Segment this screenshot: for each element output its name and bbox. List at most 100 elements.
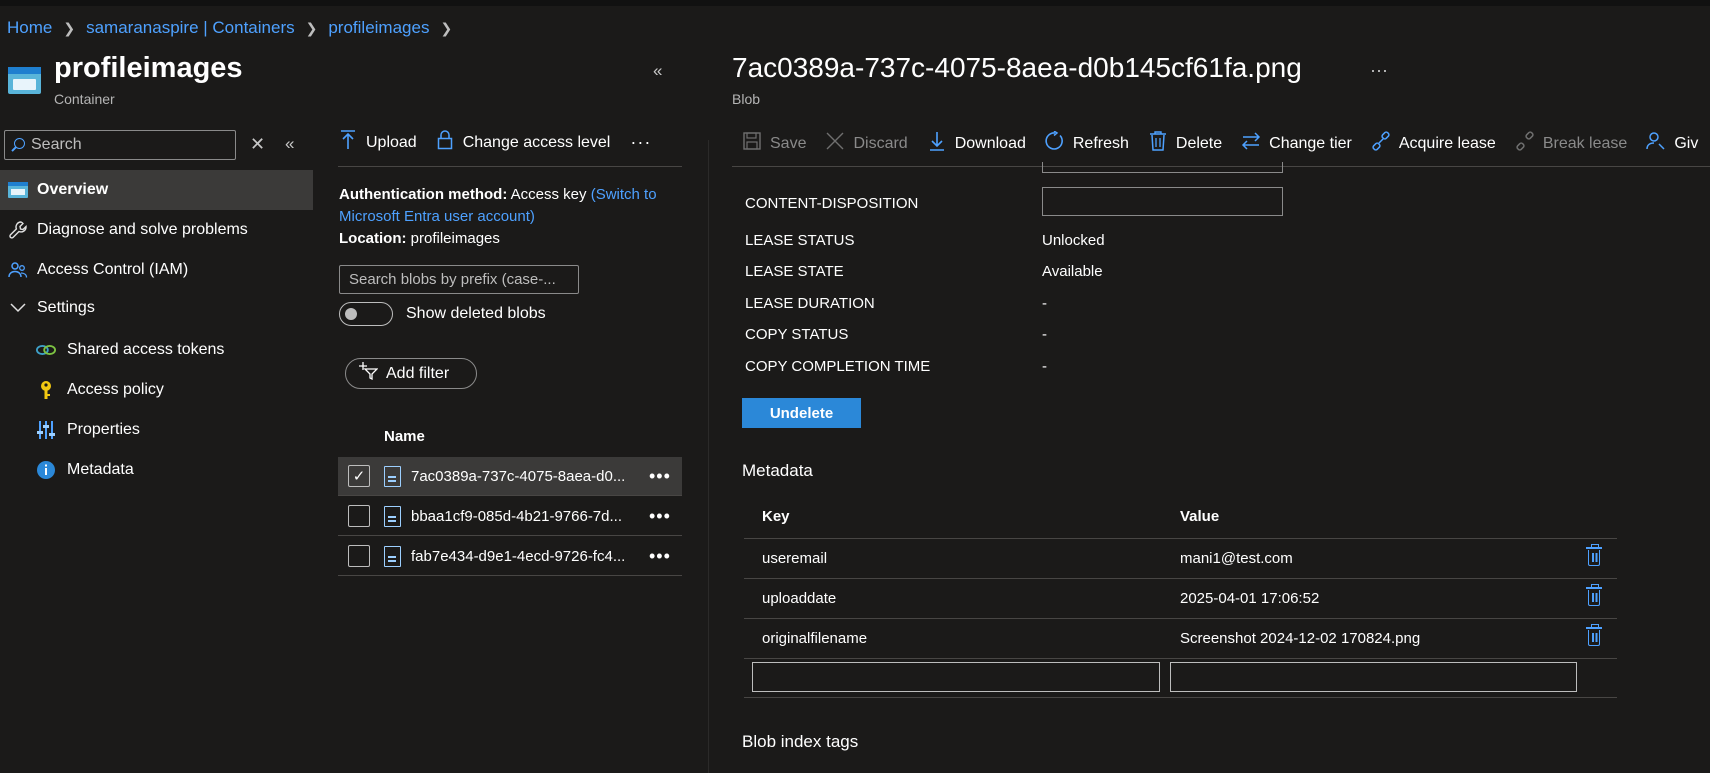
metadata-key: uploaddate xyxy=(762,590,837,607)
people-icon xyxy=(8,260,28,280)
row-checkbox[interactable]: ✓ xyxy=(348,465,370,487)
nav-properties[interactable]: Properties xyxy=(0,410,313,450)
download-label: Download xyxy=(954,134,1026,152)
swap-arrows-icon xyxy=(1241,132,1261,155)
nav-metadata[interactable]: Metadata xyxy=(0,450,313,490)
lock-icon xyxy=(437,130,453,155)
delete-button[interactable]: Delete xyxy=(1148,131,1222,156)
resource-subtitle: Container xyxy=(54,91,115,107)
row-checkbox[interactable] xyxy=(348,545,370,567)
show-deleted-toggle[interactable] xyxy=(339,302,393,326)
upload-button[interactable]: Upload xyxy=(340,130,417,155)
container-icon xyxy=(8,180,28,200)
row-checkbox[interactable] xyxy=(348,505,370,527)
discard-button[interactable]: Discard xyxy=(825,132,908,155)
delete-metadata-icon[interactable] xyxy=(1586,544,1602,567)
new-metadata-value-input[interactable] xyxy=(1170,662,1577,692)
breadcrumb-home[interactable]: Home xyxy=(7,18,52,38)
collapse-pane-icon[interactable]: « xyxy=(653,61,662,81)
blob-title: 7ac0389a-737c-4075-8aea-d0b145cf61fa.png xyxy=(732,52,1302,83)
upload-icon xyxy=(340,130,356,155)
refresh-icon xyxy=(1045,130,1065,156)
undelete-button[interactable]: Undelete xyxy=(742,398,861,428)
change-access-level-button[interactable]: Change access level xyxy=(437,130,611,155)
nav-access-control[interactable]: Access Control (IAM) xyxy=(0,250,313,290)
location-value: profileimages xyxy=(410,230,500,247)
filter-add-icon xyxy=(358,362,379,385)
divider xyxy=(744,697,1617,698)
nav-settings-group[interactable]: Settings xyxy=(0,288,313,328)
more-icon[interactable]: ··· xyxy=(1370,60,1388,81)
metadata-key: originalfilename xyxy=(762,630,868,647)
divider xyxy=(744,658,1617,659)
property-input[interactable] xyxy=(1042,162,1283,173)
property-value: - xyxy=(1042,326,1047,343)
metadata-row: useremail mani1@test.com xyxy=(744,538,1617,578)
nav-label: Shared access tokens xyxy=(67,341,225,358)
nav-access-policy[interactable]: Access policy xyxy=(0,370,313,410)
row-more-icon[interactable]: ••• xyxy=(649,546,671,567)
value-column-header: Value xyxy=(1180,508,1220,525)
row-more-icon[interactable]: ••• xyxy=(649,506,671,527)
blob-name[interactable]: 7ac0389a-737c-4075-8aea-d0... xyxy=(411,468,625,485)
resource-title: profileimages xyxy=(54,52,243,84)
change-access-label: Change access level xyxy=(462,133,611,151)
give-access-label: Giv xyxy=(1674,134,1699,152)
nav-shared-access-tokens[interactable]: Shared access tokens xyxy=(0,330,313,370)
link-chain-icon xyxy=(1371,131,1391,156)
nav-label: Overview xyxy=(37,181,109,198)
add-filter-button[interactable]: Add filter xyxy=(345,358,477,389)
row-more-icon[interactable]: ••• xyxy=(649,466,671,487)
blob-index-tags-heading: Blob index tags xyxy=(742,732,859,751)
nav-overview[interactable]: Overview xyxy=(0,170,313,210)
blob-row[interactable]: bbaa1cf9-085d-4b21-9766-7d... ••• xyxy=(338,497,682,536)
change-tier-label: Change tier xyxy=(1269,134,1352,152)
acquire-lease-label: Acquire lease xyxy=(1398,134,1496,152)
nav-label: Properties xyxy=(67,421,140,438)
chevron-right-icon: ❯ xyxy=(440,19,453,36)
breadcrumb-containers[interactable]: samaranaspire | Containers xyxy=(86,18,295,38)
nav-diagnose[interactable]: Diagnose and solve problems xyxy=(0,210,313,250)
wrench-icon xyxy=(8,220,28,240)
key-column-header: Key xyxy=(762,508,790,525)
delete-metadata-icon[interactable] xyxy=(1586,624,1602,647)
left-search-input[interactable]: Search xyxy=(4,130,236,160)
delete-metadata-icon[interactable] xyxy=(1586,584,1602,607)
collapse-menu-icon[interactable]: « xyxy=(285,134,294,154)
break-lease-button[interactable]: Break lease xyxy=(1515,131,1627,156)
chevron-down-icon xyxy=(8,298,28,318)
breadcrumb-profileimages[interactable]: profileimages xyxy=(328,18,429,38)
nav-label: Access Control (IAM) xyxy=(37,261,189,278)
save-button[interactable]: Save xyxy=(742,132,806,155)
download-button[interactable]: Download xyxy=(927,131,1026,156)
blob-name[interactable]: bbaa1cf9-085d-4b21-9766-7d... xyxy=(411,508,622,525)
blob-row[interactable]: ✓ 7ac0389a-737c-4075-8aea-d0... ••• xyxy=(338,457,682,496)
clear-search-icon[interactable]: ✕ xyxy=(250,134,265,155)
blob-name[interactable]: fab7e434-d9e1-4ecd-9726-fc4... xyxy=(411,548,625,565)
refresh-label: Refresh xyxy=(1072,134,1129,152)
metadata-value: Screenshot 2024-12-02 170824.png xyxy=(1180,630,1421,647)
discard-icon xyxy=(825,132,845,155)
download-icon xyxy=(927,131,947,156)
discard-label: Discard xyxy=(853,134,908,152)
refresh-button[interactable]: Refresh xyxy=(1045,130,1129,156)
property-label: LEASE STATUS xyxy=(745,232,855,249)
give-access-button[interactable]: Giv xyxy=(1646,131,1698,156)
metadata-key: useremail xyxy=(762,550,828,567)
file-icon xyxy=(384,466,401,487)
auth-method-label: Authentication method: xyxy=(339,186,508,203)
property-value: Unlocked xyxy=(1042,232,1105,249)
more-options-icon[interactable]: ··· xyxy=(630,132,651,153)
name-column-header[interactable]: Name xyxy=(384,428,425,445)
pane-divider xyxy=(708,140,709,773)
acquire-lease-button[interactable]: Acquire lease xyxy=(1371,131,1496,156)
property-label: CONTENT-DISPOSITION xyxy=(745,195,919,212)
change-tier-button[interactable]: Change tier xyxy=(1241,132,1352,155)
content-disposition-input[interactable] xyxy=(1042,187,1283,216)
property-label: LEASE STATE xyxy=(745,263,844,280)
blob-search-input[interactable]: Search blobs by prefix (case-... xyxy=(339,265,579,294)
blob-row[interactable]: fab7e434-d9e1-4ecd-9726-fc4... ••• xyxy=(338,537,682,576)
file-icon xyxy=(384,506,401,527)
new-metadata-key-input[interactable] xyxy=(752,662,1160,692)
person-key-icon xyxy=(1646,131,1666,156)
